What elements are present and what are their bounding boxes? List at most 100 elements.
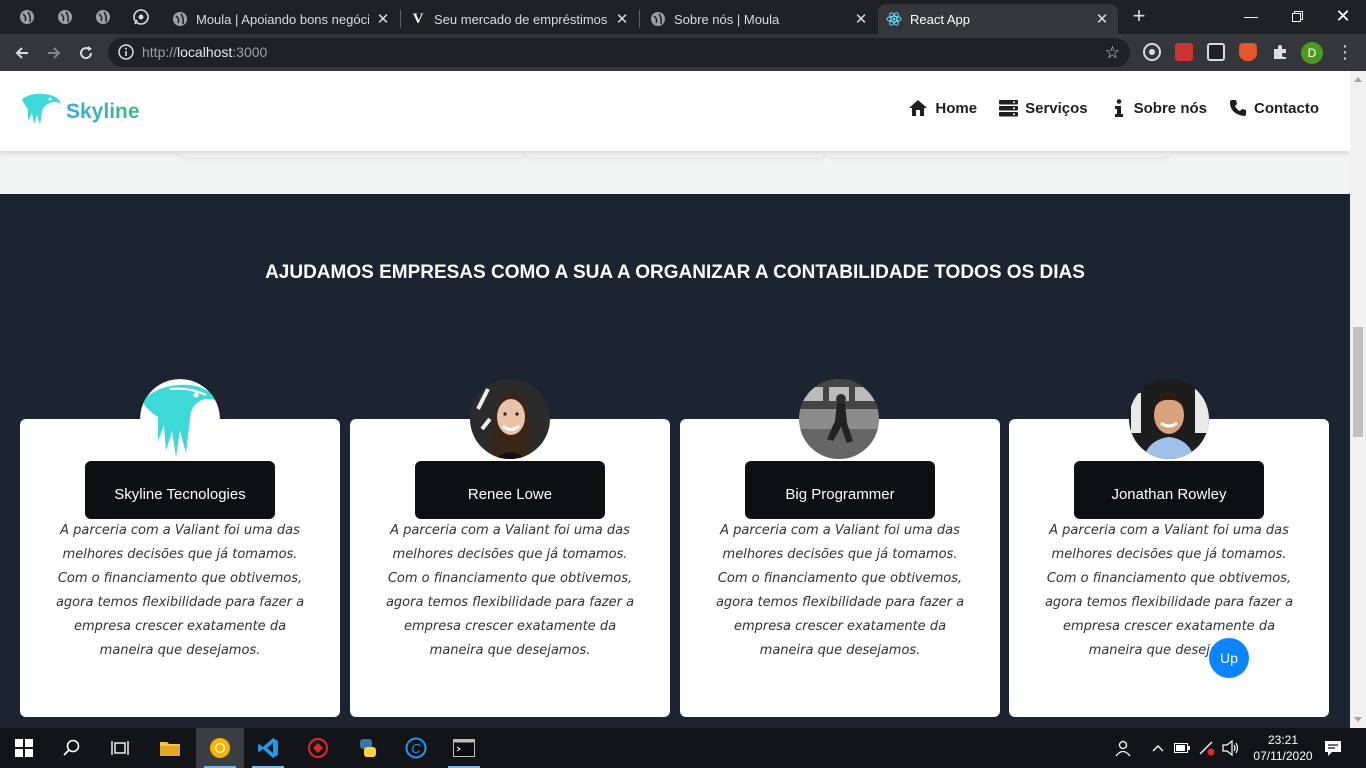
menu-kebab-icon[interactable]: ⋮ (1336, 42, 1354, 64)
restore-icon[interactable] (1274, 0, 1320, 32)
scroll-down-arrow-icon[interactable] (1354, 717, 1362, 722)
search-icon[interactable] (48, 728, 96, 768)
nav-sobre-nos[interactable]: Sobre nós (1110, 99, 1207, 117)
testimonial-card: Renee Lowe A parceria com a Valiant foi … (350, 419, 670, 717)
scroll-up-button[interactable]: Up (1209, 638, 1249, 678)
scroll-up-arrow-icon[interactable] (1354, 77, 1362, 82)
nav-contacto[interactable]: Contacto (1229, 99, 1319, 117)
clock-date: 07/11/2020 (1253, 749, 1313, 763)
server-icon (999, 99, 1019, 116)
back-arrow-icon[interactable] (9, 40, 35, 66)
profile-avatar[interactable]: D (1301, 42, 1323, 64)
tab-title: Moula | Apoiando bons negócios (196, 11, 369, 27)
shield-app-icon[interactable] (294, 728, 342, 768)
close-window-icon[interactable]: ✕ (1320, 0, 1366, 32)
svg-text:C: C (411, 741, 421, 756)
forward-arrow-icon[interactable] (41, 40, 67, 66)
page-scrollbar[interactable] (1350, 71, 1366, 728)
nav-servicos[interactable]: Serviços (999, 99, 1088, 117)
close-icon[interactable]: ✕ (1094, 11, 1110, 28)
nav-servicos-label: Serviços (1025, 99, 1088, 117)
site-navbar: Skyline Home Serviços Sobre nós Contacto (0, 71, 1350, 151)
taskbar-clock[interactable]: 23:21 07/11/2020 (1248, 732, 1318, 764)
browser-tab-strip: Moula | Apoiando bons negócios ✕ V Seu m… (0, 0, 1366, 34)
info-icon (1114, 99, 1123, 117)
vscode-icon[interactable] (244, 728, 292, 768)
testimonial-name: Big Programmer (745, 461, 935, 519)
avatar-renee-lowe (470, 379, 550, 459)
chevron-up-icon[interactable] (1152, 728, 1164, 768)
address-bar[interactable]: http://localhost:3000 ☆ (108, 38, 1130, 67)
avatar-skyline-logo (140, 379, 220, 459)
tab-moula-home[interactable]: Moula | Apoiando bons negócios ✕ (164, 4, 399, 34)
close-icon[interactable]: ✕ (375, 11, 391, 28)
tab-sobre-nos-moula[interactable]: Sobre nós | Moula ✕ (642, 4, 877, 34)
testimonial-name: Skyline Tecnologies (85, 461, 275, 519)
home-icon (909, 100, 928, 116)
globe-icon (172, 11, 188, 27)
notifications-icon[interactable] (1324, 728, 1342, 768)
cortana-c-icon[interactable]: C (392, 728, 440, 768)
url-text: http://localhost:3000 (142, 44, 268, 60)
react-icon (886, 11, 902, 27)
chrome-taskbar-icon[interactable] (196, 728, 244, 768)
browser-toolbar: http://localhost:3000 ☆ D ⋮ (0, 34, 1366, 71)
testimonial-quote: A parceria com a Valiant foi uma das mel… (1044, 523, 1294, 658)
testimonial-card: Big Programmer A parceria com a Valiant … (680, 419, 1000, 717)
battery-icon[interactable] (1174, 728, 1190, 768)
testimonial-quote: A parceria com a Valiant foi uma das mel… (55, 523, 305, 658)
extension-red-icon[interactable] (1175, 43, 1193, 61)
windows-start-icon[interactable] (0, 728, 48, 768)
tab-react-app[interactable]: React App ✕ (878, 4, 1118, 34)
previous-section-card-edges (0, 151, 1350, 161)
nav-links: Home Serviços Sobre nós Contacto (886, 99, 1319, 117)
nav-home[interactable]: Home (908, 99, 977, 117)
close-icon[interactable]: ✕ (853, 11, 869, 28)
testimonial-name: Renee Lowe (415, 461, 605, 519)
page-viewport: Skyline Home Serviços Sobre nós Contacto (0, 71, 1350, 728)
pinned-tab-globe-icon[interactable] (92, 6, 114, 28)
nav-home-label: Home (935, 99, 978, 117)
testimonial-quote: A parceria com a Valiant foi uma das mel… (385, 523, 635, 658)
new-tab-plus-icon[interactable]: + (1128, 5, 1150, 28)
file-explorer-icon[interactable] (146, 728, 194, 768)
extension-record-icon[interactable] (1143, 43, 1161, 61)
pinned-tab-whatsapp-icon[interactable] (130, 6, 152, 28)
phone-icon (1230, 100, 1246, 116)
windows-taskbar: C 23:21 07/11/2020 (0, 728, 1366, 768)
info-icon[interactable] (118, 44, 134, 60)
testimonials-section: AJUDAMOS EMPRESAS COMO A SUA A ORGANIZAR… (0, 194, 1350, 728)
scrollbar-thumb[interactable] (1353, 327, 1363, 437)
puzzle-extensions-icon[interactable] (1271, 43, 1289, 61)
extension-shield-icon[interactable] (1239, 43, 1257, 61)
extension-cube-icon[interactable] (1207, 43, 1225, 61)
avatar-jonathan-rowley (1129, 379, 1209, 459)
globe-icon (650, 11, 666, 27)
close-icon[interactable]: ✕ (614, 11, 630, 28)
pinned-tab-globe-icon[interactable] (16, 6, 38, 28)
v-logo-icon: V (412, 10, 424, 27)
reload-icon[interactable] (73, 40, 99, 66)
terminal-icon[interactable] (440, 728, 488, 768)
eagle-logo-icon (20, 91, 62, 132)
nav-sobre-nos-label: Sobre nós (1133, 99, 1207, 117)
bookmark-star-icon[interactable]: ☆ (1105, 43, 1120, 63)
avatar-big-programmer (799, 379, 879, 459)
clock-time: 23:21 (1267, 733, 1299, 747)
tab-title: React App (910, 11, 970, 27)
testimonial-quote: A parceria com a Valiant foi uma das mel… (715, 523, 965, 658)
python-icon[interactable] (344, 728, 392, 768)
testimonial-card: Jonathan Rowley A parceria com a Valiant… (1009, 419, 1329, 717)
people-icon[interactable] (1114, 728, 1132, 768)
section-headline: AJUDAMOS EMPRESAS COMO A SUA A ORGANIZAR… (265, 262, 1085, 283)
tab-title: Sobre nós | Moula (674, 11, 780, 27)
task-view-icon[interactable] (96, 728, 144, 768)
tab-emprestimos[interactable]: V Seu mercado de empréstimos pa ✕ (402, 4, 638, 34)
minimize-icon[interactable]: — (1228, 0, 1274, 32)
nav-contacto-label: Contacto (1254, 99, 1319, 117)
brand-logo[interactable]: Skyline (20, 91, 140, 132)
volume-icon[interactable] (1222, 728, 1240, 768)
network-icon[interactable] (1198, 728, 1216, 768)
brand-name: Skyline (66, 99, 140, 123)
pinned-tab-globe-icon[interactable] (54, 6, 76, 28)
